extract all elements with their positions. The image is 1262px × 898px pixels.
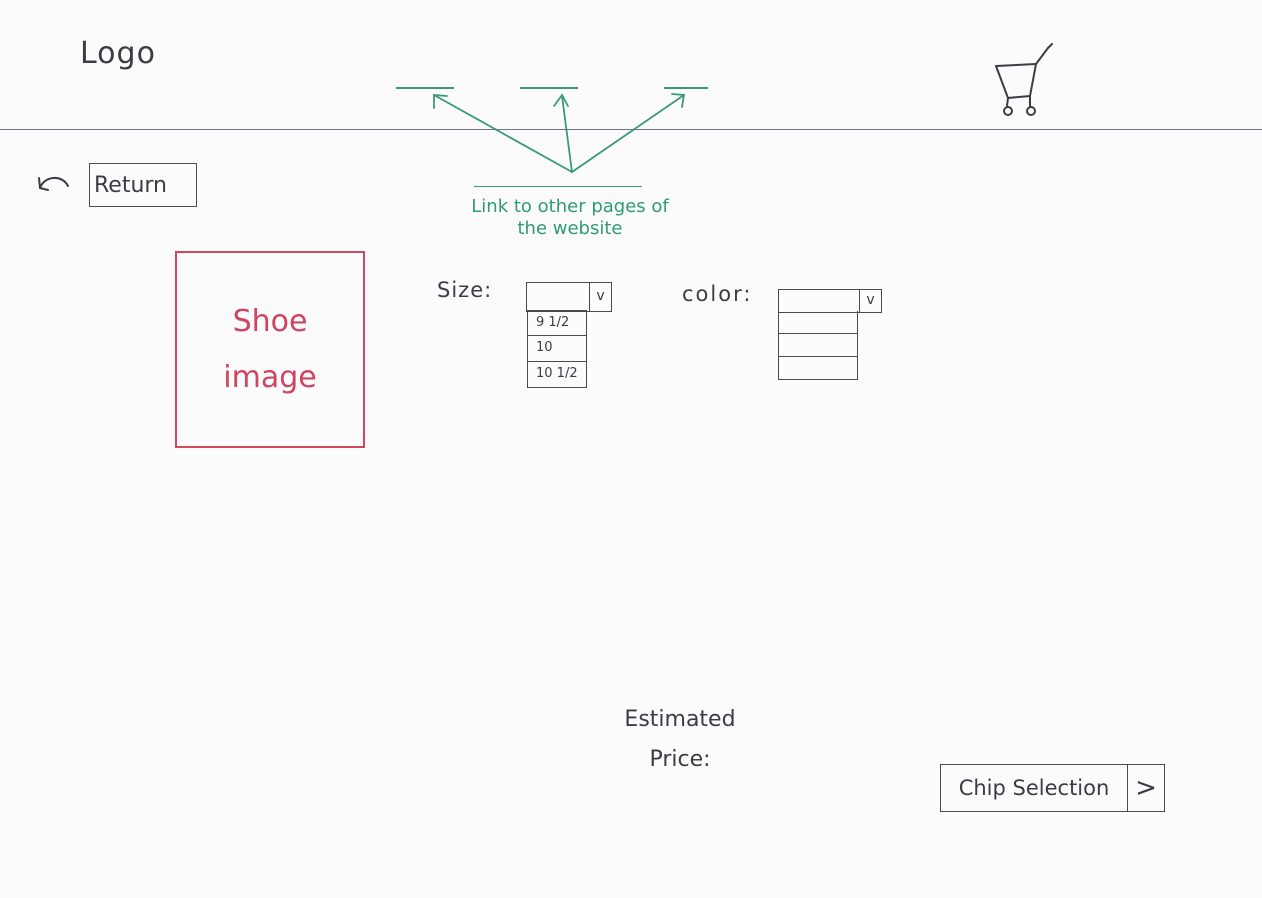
checkout-button[interactable]: Chip Selection: [940, 764, 1128, 812]
shoe-image: Shoe image: [175, 251, 365, 448]
annotation-underline: [474, 186, 642, 187]
header-divider: [0, 129, 1262, 130]
estimated-price: Estimated Price:: [600, 700, 760, 780]
color-label: color:: [682, 282, 753, 306]
size-option[interactable]: 10 1/2: [527, 362, 587, 388]
return-button[interactable]: Return: [89, 163, 197, 207]
shoe-image-label-line2: image: [223, 359, 317, 395]
shoe-image-label-line1: Shoe: [232, 303, 308, 339]
size-label: Size:: [437, 278, 493, 302]
estimated-price-line1: Estimated: [624, 707, 736, 732]
chevron-right-icon[interactable]: >: [1127, 764, 1165, 812]
chevron-down-icon[interactable]: v: [859, 290, 881, 312]
size-dropdown[interactable]: v: [526, 282, 612, 312]
color-option[interactable]: [778, 357, 858, 380]
size-option[interactable]: 10: [527, 336, 587, 362]
size-options-list: 9 1/2 10 10 1/2: [527, 310, 587, 388]
chevron-down-icon[interactable]: v: [589, 283, 611, 311]
color-dropdown[interactable]: v: [778, 289, 882, 313]
return-arrow-icon[interactable]: [34, 170, 78, 200]
size-option[interactable]: 9 1/2: [527, 310, 587, 336]
nav-annotation: Link to other pages of the website: [471, 196, 669, 239]
color-options-list: [778, 311, 858, 380]
color-option[interactable]: [778, 334, 858, 357]
estimated-price-line2: Price:: [649, 747, 711, 772]
cart-icon[interactable]: [990, 40, 1062, 120]
color-option[interactable]: [778, 311, 858, 334]
